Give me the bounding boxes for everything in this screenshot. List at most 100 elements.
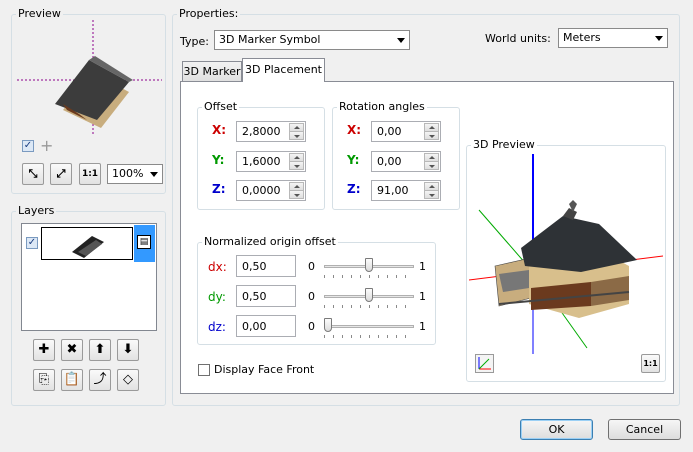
spin-down-icon[interactable] bbox=[424, 190, 439, 199]
dz-value: 0,00 bbox=[242, 320, 267, 333]
add-point-icon[interactable]: + bbox=[40, 136, 53, 155]
dx-input[interactable]: 0,50 bbox=[236, 255, 296, 277]
rotation-z-label: Z: bbox=[347, 182, 361, 196]
preview-title: Preview bbox=[16, 7, 63, 20]
world-units-label: World units: bbox=[485, 32, 551, 45]
tab-content: Offset X: 2,8000 Y: 1,6000 Z: 0,0000 Rot… bbox=[180, 81, 674, 394]
dz-label: dz: bbox=[208, 320, 226, 334]
offset-z-value: 0,0000 bbox=[242, 184, 281, 197]
move-up-icon[interactable]: ⬆ bbox=[89, 339, 111, 361]
offset-x-label: X: bbox=[212, 123, 227, 137]
type-value: 3D Marker Symbol bbox=[219, 33, 321, 46]
spin-down-icon[interactable] bbox=[289, 190, 304, 199]
spin-down-icon[interactable] bbox=[289, 161, 304, 170]
dy-slider[interactable] bbox=[324, 285, 414, 308]
dx-value: 0,50 bbox=[242, 260, 267, 273]
dz-min: 0 bbox=[308, 320, 315, 333]
rotation-title: Rotation angles bbox=[337, 100, 427, 113]
layer-visible-checkbox[interactable]: ✓ bbox=[26, 237, 38, 249]
spin-down-icon[interactable] bbox=[424, 131, 439, 140]
export-icon[interactable]: ⤴ bbox=[89, 369, 111, 391]
delete-icon[interactable]: ✖ bbox=[61, 339, 83, 361]
copy-icon[interactable]: ⎘ bbox=[33, 369, 55, 391]
slider-thumb[interactable] bbox=[365, 258, 373, 272]
layers-group: Layers ✓ ▤ ✚ ✖ ⬆ ⬇ ⎘ 📋 ⤴ ◇ bbox=[11, 204, 166, 406]
slider-thumb[interactable] bbox=[324, 318, 332, 332]
dz-slider[interactable] bbox=[324, 315, 414, 338]
chevron-down-icon bbox=[655, 36, 663, 41]
world-units-value: Meters bbox=[563, 31, 601, 44]
world-units-select[interactable]: Meters bbox=[558, 28, 668, 48]
rotation-group: Rotation angles X: 0,00 Y: 0,00 Z: 91,00 bbox=[332, 100, 460, 210]
offset-title: Offset bbox=[202, 100, 240, 113]
ok-button[interactable]: OK bbox=[520, 419, 593, 440]
dx-min: 0 bbox=[308, 260, 315, 273]
add-icon[interactable]: ✚ bbox=[33, 339, 55, 361]
rotation-z-input[interactable]: 91,00 bbox=[371, 180, 441, 201]
symbol-preview-image bbox=[17, 20, 162, 135]
preview-group: Preview ✓ + ⤡ ⤢ 1:1 100% bbox=[11, 7, 166, 194]
dz-input[interactable]: 0,00 bbox=[236, 315, 296, 337]
cancel-label: Cancel bbox=[625, 423, 664, 436]
offset-z-input[interactable]: 0,0000 bbox=[236, 180, 306, 201]
dx-max: 1 bbox=[419, 260, 426, 273]
3d-preview-title: 3D Preview bbox=[471, 138, 537, 151]
spin-down-icon[interactable] bbox=[424, 161, 439, 170]
rotation-x-label: X: bbox=[347, 123, 362, 137]
zoom-value: 100% bbox=[112, 167, 144, 180]
properties-title: Properties: bbox=[177, 7, 241, 20]
offset-z-label: Z: bbox=[212, 182, 226, 196]
actual-size-button[interactable]: 1:1 bbox=[79, 163, 101, 185]
offset-x-value: 2,8000 bbox=[242, 125, 281, 138]
rotation-x-value: 0,00 bbox=[377, 125, 402, 138]
ok-label: OK bbox=[548, 423, 565, 436]
offset-y-value: 1,6000 bbox=[242, 155, 281, 168]
rotation-y-label: Y: bbox=[347, 153, 360, 167]
layer-row[interactable]: ✓ ▤ bbox=[23, 225, 155, 262]
type-select[interactable]: 3D Marker Symbol bbox=[214, 30, 410, 50]
tab-3d-placement[interactable]: 3D Placement bbox=[242, 58, 325, 82]
rotation-x-input[interactable]: 0,00 bbox=[371, 121, 441, 142]
offset-x-input[interactable]: 2,8000 bbox=[236, 121, 306, 142]
layers-list[interactable]: ✓ ▤ bbox=[21, 223, 157, 331]
3d-viewport[interactable]: 1:1 bbox=[468, 154, 664, 379]
dy-min: 0 bbox=[308, 290, 315, 303]
chevron-down-icon bbox=[150, 172, 158, 177]
tab-3d-placement-label: 3D Placement bbox=[245, 63, 322, 76]
expand-icon[interactable]: ⤢ bbox=[50, 163, 72, 185]
zoom-select[interactable]: 100% bbox=[107, 164, 163, 184]
layers-title: Layers bbox=[16, 204, 57, 217]
3d-actual-size-button[interactable]: 1:1 bbox=[641, 354, 660, 373]
cancel-button[interactable]: Cancel bbox=[608, 419, 681, 440]
show-checkbox[interactable]: ✓ bbox=[22, 140, 34, 152]
spin-down-icon[interactable] bbox=[289, 131, 304, 140]
dx-label: dx: bbox=[208, 260, 227, 274]
move-down-icon[interactable]: ⬇ bbox=[117, 339, 139, 361]
layer-properties-icon[interactable]: ▤ bbox=[134, 225, 155, 262]
display-face-front-label: Display Face Front bbox=[214, 363, 315, 376]
rotation-y-input[interactable]: 0,00 bbox=[371, 151, 441, 172]
collapse-icon[interactable]: ⤡ bbox=[22, 163, 44, 185]
offset-y-label: Y: bbox=[212, 153, 225, 167]
tab-3d-marker-label: 3D Marker bbox=[183, 65, 241, 78]
display-face-front-checkbox[interactable] bbox=[198, 364, 210, 376]
tag-icon[interactable]: ◇ bbox=[117, 369, 139, 391]
dx-slider[interactable] bbox=[324, 255, 414, 278]
dy-label: dy: bbox=[208, 290, 226, 304]
normalized-offset-group: Normalized origin offset dx: 0,50 0 1 dy… bbox=[197, 235, 436, 345]
tab-3d-marker[interactable]: 3D Marker bbox=[182, 61, 242, 81]
dy-input[interactable]: 0,50 bbox=[236, 285, 296, 307]
offset-group: Offset X: 2,8000 Y: 1,6000 Z: 0,0000 bbox=[197, 100, 325, 210]
type-label: Type: bbox=[180, 35, 209, 48]
axes-icon[interactable] bbox=[475, 354, 494, 373]
dz-max: 1 bbox=[419, 320, 426, 333]
rotation-z-value: 91,00 bbox=[377, 184, 409, 197]
normalized-offset-title: Normalized origin offset bbox=[202, 235, 338, 248]
paste-icon[interactable]: 📋 bbox=[61, 369, 83, 391]
rotation-y-value: 0,00 bbox=[377, 155, 402, 168]
layer-thumbnail bbox=[41, 227, 133, 260]
offset-y-input[interactable]: 1,6000 bbox=[236, 151, 306, 172]
3d-scene-image bbox=[468, 154, 664, 354]
dy-max: 1 bbox=[419, 290, 426, 303]
slider-thumb[interactable] bbox=[365, 288, 373, 302]
